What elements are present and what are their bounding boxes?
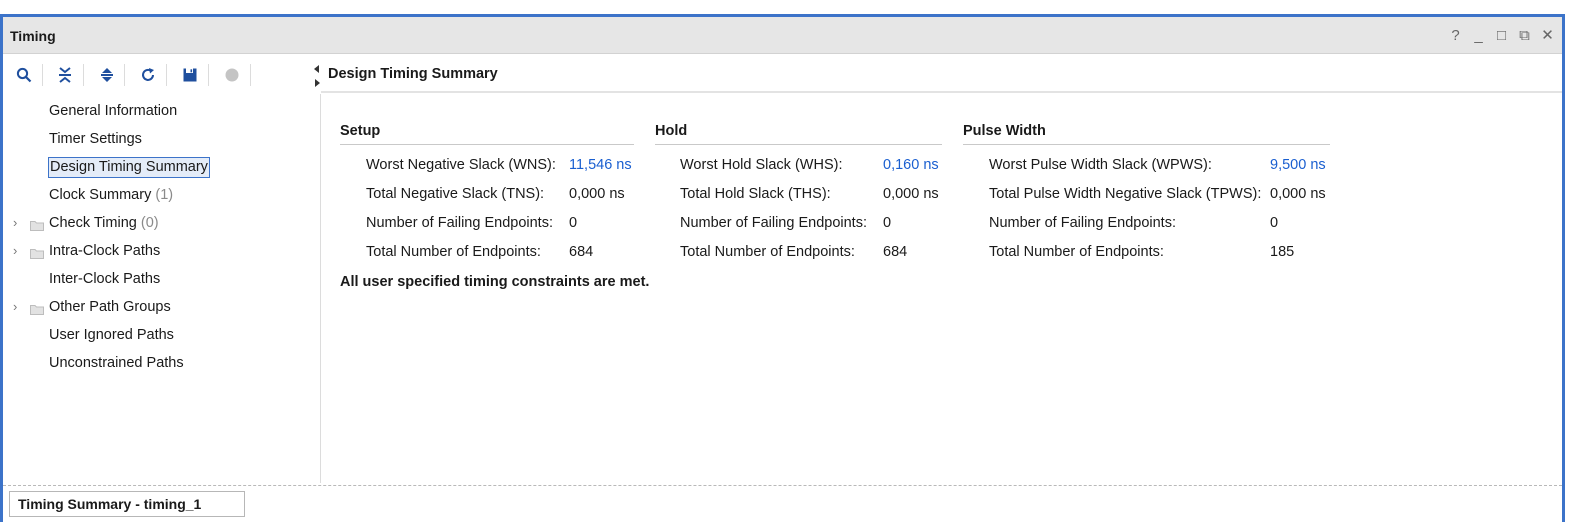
tree-item-inter-clock-paths[interactable]: Inter-Clock Paths <box>3 268 320 292</box>
toolbar-separator <box>208 64 209 86</box>
tree-item-label: Check Timing (0) <box>49 215 159 231</box>
ths-label: Total Hold Slack (THS): <box>680 186 831 202</box>
content-header: Design Timing Summary <box>321 55 1562 93</box>
tree-item-count: (0) <box>140 215 159 231</box>
hold-total-endpoints-value: 684 <box>883 244 908 260</box>
folder-icon <box>30 302 44 318</box>
window-titlebar: Timing ? _ □ ⧉ ✕ <box>3 17 1562 54</box>
hold-total-endpoints-label: Total Number of Endpoints: <box>680 244 855 260</box>
toolbar <box>3 55 320 93</box>
tree-item-count: (1) <box>155 187 174 203</box>
folder-icon <box>30 246 44 262</box>
tree-item-label: Inter-Clock Paths <box>49 271 161 287</box>
whs-value-link[interactable]: 0,160 ns <box>883 157 939 173</box>
setup-section-title: Setup <box>340 123 381 139</box>
toolbar-separator <box>124 64 125 86</box>
stop-icon[interactable] <box>221 64 243 86</box>
tpws-label: Total Pulse Width Negative Slack (TPWS): <box>989 186 1262 202</box>
tree-item-other-path-groups[interactable]: › Other Path Groups <box>3 296 320 320</box>
setup-failing-endpoints-value: 0 <box>569 215 578 231</box>
search-icon[interactable] <box>13 64 35 86</box>
help-icon[interactable]: ? <box>1447 26 1464 44</box>
setup-section-divider <box>340 144 634 145</box>
tree-item-intra-clock-paths[interactable]: › Intra-Clock Paths <box>3 240 320 264</box>
toolbar-separator <box>42 64 43 86</box>
refresh-icon[interactable] <box>137 64 159 86</box>
tree-item-design-timing-summary[interactable]: Design Timing Summary <box>3 156 320 180</box>
setup-total-endpoints-value: 684 <box>569 244 594 260</box>
tab-label: Timing Summary - timing_1 <box>18 496 202 512</box>
tree-item-label: Timer Settings <box>49 131 142 147</box>
tree-item-timer-settings[interactable]: Timer Settings <box>3 128 320 152</box>
expand-all-icon[interactable] <box>96 64 118 86</box>
whs-label: Worst Hold Slack (WHS): <box>680 157 843 173</box>
tree-item-clock-summary[interactable]: Clock Summary (1) <box>3 184 320 208</box>
wpws-value-link[interactable]: 9,500 ns <box>1270 157 1326 173</box>
tree-item-label: Unconstrained Paths <box>49 355 184 371</box>
timing-window: Timing ? _ □ ⧉ ✕ General Information Tim… <box>0 14 1565 522</box>
tree-item-unconstrained-paths[interactable]: Unconstrained Paths <box>3 352 320 376</box>
tree-item-label: User Ignored Paths <box>49 327 174 343</box>
panel-collapse-handle[interactable] <box>313 63 321 89</box>
hold-section-divider <box>655 144 942 145</box>
pulse-total-endpoints-value: 185 <box>1270 244 1295 260</box>
save-icon[interactable] <box>179 64 201 86</box>
tpws-value: 0,000 ns <box>1270 186 1326 202</box>
hold-failing-endpoints-value: 0 <box>883 215 892 231</box>
wpws-label: Worst Pulse Width Slack (WPWS): <box>989 157 1212 173</box>
toolbar-separator <box>83 64 84 86</box>
tree-item-label: Intra-Clock Paths <box>49 243 161 259</box>
folder-icon <box>30 218 44 234</box>
tree-item-label: Clock Summary (1) <box>49 187 174 203</box>
tree-item-user-ignored-paths[interactable]: User Ignored Paths <box>3 324 320 348</box>
tree-item-label: General Information <box>49 103 178 119</box>
chevron-right-icon[interactable]: › <box>13 216 25 230</box>
tab-timing-summary[interactable]: Timing Summary - timing_1 <box>9 491 245 517</box>
window-controls: ? _ □ ⧉ ✕ <box>1447 26 1556 45</box>
pulse-failing-endpoints-value: 0 <box>1270 215 1279 231</box>
collapse-all-icon[interactable] <box>54 64 76 86</box>
setup-total-endpoints-label: Total Number of Endpoints: <box>366 244 541 260</box>
hold-failing-endpoints-label: Number of Failing Endpoints: <box>680 215 867 231</box>
window-title: Timing <box>10 28 56 44</box>
tree-item-label-selected: Design Timing Summary <box>48 157 210 178</box>
chevron-right-icon[interactable]: › <box>13 244 25 258</box>
toolbar-separator <box>166 64 167 86</box>
minimize-icon[interactable]: _ <box>1470 26 1487 44</box>
close-icon[interactable]: ✕ <box>1539 26 1556 44</box>
bottom-tab-strip: Timing Summary - timing_1 <box>3 485 1562 522</box>
pulse-width-section-divider <box>963 144 1330 145</box>
tree-item-general-information[interactable]: General Information <box>3 100 320 124</box>
setup-failing-endpoints-label: Number of Failing Endpoints: <box>366 215 553 231</box>
toolbar-separator <box>250 64 251 86</box>
tns-label: Total Negative Slack (TNS): <box>366 186 545 202</box>
hold-section-title: Hold <box>655 123 688 139</box>
timing-tree-panel: General Information Timer Settings Desig… <box>3 94 321 483</box>
wns-label: Worst Negative Slack (WNS): <box>366 157 556 173</box>
ths-value: 0,000 ns <box>883 186 939 202</box>
pulse-total-endpoints-label: Total Number of Endpoints: <box>989 244 1164 260</box>
pulse-width-section-title: Pulse Width <box>963 123 1046 139</box>
tree-item-label: Other Path Groups <box>49 299 171 315</box>
tns-value: 0,000 ns <box>569 186 625 202</box>
maximize-icon[interactable]: □ <box>1493 26 1510 44</box>
pulse-failing-endpoints-label: Number of Failing Endpoints: <box>989 215 1176 231</box>
chevron-right-icon[interactable]: › <box>13 300 25 314</box>
wns-value-link[interactable]: 11,546 ns <box>569 157 632 173</box>
float-icon[interactable]: ⧉ <box>1516 26 1533 44</box>
tree-item-check-timing[interactable]: › Check Timing (0) <box>3 212 320 236</box>
content-title: Design Timing Summary <box>328 66 498 82</box>
timing-met-status: All user specified timing constraints ar… <box>340 274 650 290</box>
